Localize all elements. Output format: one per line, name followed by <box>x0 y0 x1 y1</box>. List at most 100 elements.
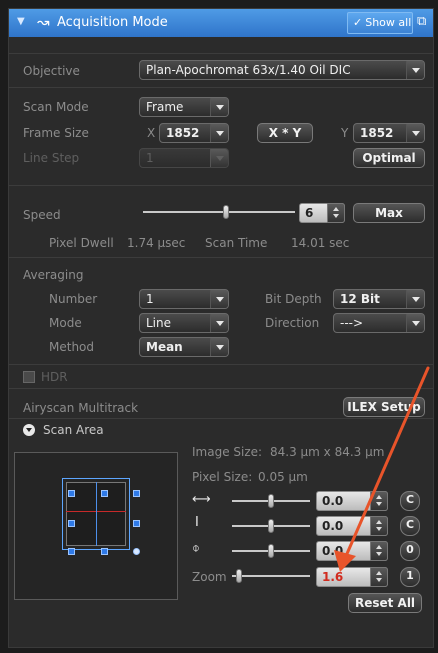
resize-handle[interactable] <box>101 490 108 497</box>
resize-handle[interactable] <box>133 490 140 497</box>
objective-label: Objective <box>23 64 80 78</box>
offset-x-reset-button[interactable]: C <box>400 491 420 511</box>
zoom-input[interactable]: 1.6 <box>316 567 388 587</box>
bit-depth-select[interactable]: 12 Bit <box>333 289 425 309</box>
ilex-setup-button[interactable]: ILEX Setup <box>343 397 425 417</box>
pixel-dwell-label: Pixel Dwell <box>49 236 114 250</box>
line-step-value: 1 <box>146 151 154 165</box>
offset-y-value: 0.0 <box>322 519 344 533</box>
number-select[interactable]: 1 <box>139 289 229 309</box>
scan-time-label: Scan Time <box>205 236 268 250</box>
x-times-y-button[interactable]: X * Y <box>257 123 313 143</box>
scan-area-header[interactable]: Scan Area <box>9 418 433 440</box>
scan-area-title: Scan Area <box>43 423 104 437</box>
mode-label: Mode <box>49 316 82 330</box>
scan-center-vline <box>96 482 97 546</box>
hdr-checkbox[interactable] <box>23 371 35 383</box>
mode-value: Line <box>146 316 172 330</box>
popout-icon[interactable]: ⧉ <box>417 14 431 30</box>
pixel-size-value: 0.05 µm <box>258 470 308 484</box>
frame-x-input[interactable]: 1852 <box>159 123 229 143</box>
collapse-icon[interactable] <box>23 424 35 436</box>
slider-thumb[interactable] <box>268 494 274 508</box>
stepper-icon[interactable] <box>406 124 424 142</box>
slider-thumb[interactable] <box>268 544 274 558</box>
slider-thumb[interactable] <box>236 569 242 583</box>
rotation-reset-button[interactable]: 0 <box>400 541 420 561</box>
pixel-dwell-value: 1.74 µsec <box>127 236 186 250</box>
frame-size-label: Frame Size <box>23 126 89 140</box>
panel-titlebar[interactable]: ▼ ↝ Acquisition Mode ✓ Show all ⧉ <box>9 9 433 37</box>
objective-section: Objective Plan-Apochromat 63x/1.40 Oil D… <box>9 53 433 87</box>
method-label: Method <box>49 340 95 354</box>
zoom-reset-button[interactable]: 1 <box>400 567 420 587</box>
stepper-icon[interactable] <box>370 491 388 511</box>
offset-y-slider[interactable] <box>232 519 310 533</box>
scan-region-frame[interactable] <box>62 478 130 550</box>
rotation-input[interactable]: 0.0 <box>316 541 388 561</box>
method-select[interactable]: Mean <box>139 337 229 357</box>
slider-thumb[interactable] <box>268 519 274 533</box>
bit-depth-value: 12 Bit <box>340 292 380 306</box>
zoom-value: 1.6 <box>322 570 344 584</box>
frame-y-input[interactable]: 1852 <box>353 123 425 143</box>
resize-handle[interactable] <box>68 520 75 527</box>
rotation-slider[interactable] <box>232 544 310 558</box>
stepper-icon[interactable] <box>327 203 345 223</box>
stepper-icon[interactable] <box>370 516 388 536</box>
pixel-size-label: Pixel Size: <box>192 470 253 484</box>
number-label: Number <box>49 292 98 306</box>
resize-handle[interactable] <box>68 490 75 497</box>
airyscan-label: Airyscan Multitrack <box>23 401 139 415</box>
image-size-label: Image Size: <box>192 445 263 459</box>
slider-thumb[interactable] <box>223 205 229 219</box>
chevron-down-icon <box>210 98 228 116</box>
resize-handle[interactable] <box>101 548 108 555</box>
max-button[interactable]: Max <box>353 203 425 223</box>
airyscan-section: Airyscan Multitrack ILEX Setup <box>9 388 433 418</box>
scan-mode-select[interactable]: Frame <box>139 97 229 117</box>
bit-depth-label: Bit Depth <box>265 292 322 306</box>
resize-handle[interactable] <box>133 520 140 527</box>
stepper-icon[interactable] <box>370 541 388 561</box>
speed-value: 6 <box>305 206 314 220</box>
resize-handle[interactable] <box>68 548 75 555</box>
offset-y-icon: I <box>195 515 199 530</box>
line-step-label: Line Step <box>23 151 80 165</box>
mode-select[interactable]: Line <box>139 313 229 333</box>
chevron-down-icon[interactable]: ▼ <box>17 16 25 27</box>
speed-section: Speed 6 Max Pixel Dwell 1.74 µsec Scan T… <box>9 185 433 257</box>
zoom-slider[interactable] <box>232 569 310 583</box>
acquisition-mode-icon: ↝ <box>37 13 50 31</box>
objective-value: Plan-Apochromat 63x/1.40 Oil DIC <box>146 63 351 77</box>
chevron-down-icon <box>406 61 424 79</box>
stepper-icon[interactable] <box>370 567 388 587</box>
frame-x-value: 1852 <box>166 126 200 140</box>
scan-mode-label: Scan Mode <box>23 100 89 114</box>
show-all-button[interactable]: ✓ Show all <box>347 12 413 34</box>
slider-track <box>232 575 310 577</box>
objective-select[interactable]: Plan-Apochromat 63x/1.40 Oil DIC <box>139 60 425 80</box>
scan-time-value: 14.01 sec <box>291 236 350 250</box>
optimal-button[interactable]: Optimal <box>353 148 425 168</box>
offset-y-input[interactable]: 0.0 <box>316 516 388 536</box>
panel-title: Acquisition Mode <box>57 15 168 30</box>
method-value: Mean <box>146 340 183 354</box>
offset-y-reset-button[interactable]: C <box>400 516 420 536</box>
show-all-label: Show all <box>365 16 412 29</box>
chevron-down-icon <box>210 149 228 167</box>
reset-all-button[interactable]: Reset All <box>348 593 422 613</box>
zoom-label: Zoom <box>192 570 227 584</box>
speed-input[interactable]: 6 <box>299 203 345 223</box>
speed-slider[interactable] <box>143 205 295 219</box>
direction-value: ---> <box>340 316 364 330</box>
stepper-icon[interactable] <box>210 124 228 142</box>
direction-select[interactable]: ---> <box>333 313 425 333</box>
rotate-handle[interactable] <box>133 548 140 555</box>
frame-y-label: Y <box>341 126 349 140</box>
direction-label: Direction <box>265 316 320 330</box>
rotation-icon: ⌽ <box>192 541 200 556</box>
chevron-down-icon <box>210 314 228 332</box>
offset-x-slider[interactable] <box>232 494 310 508</box>
offset-x-input[interactable]: 0.0 <box>316 491 388 511</box>
